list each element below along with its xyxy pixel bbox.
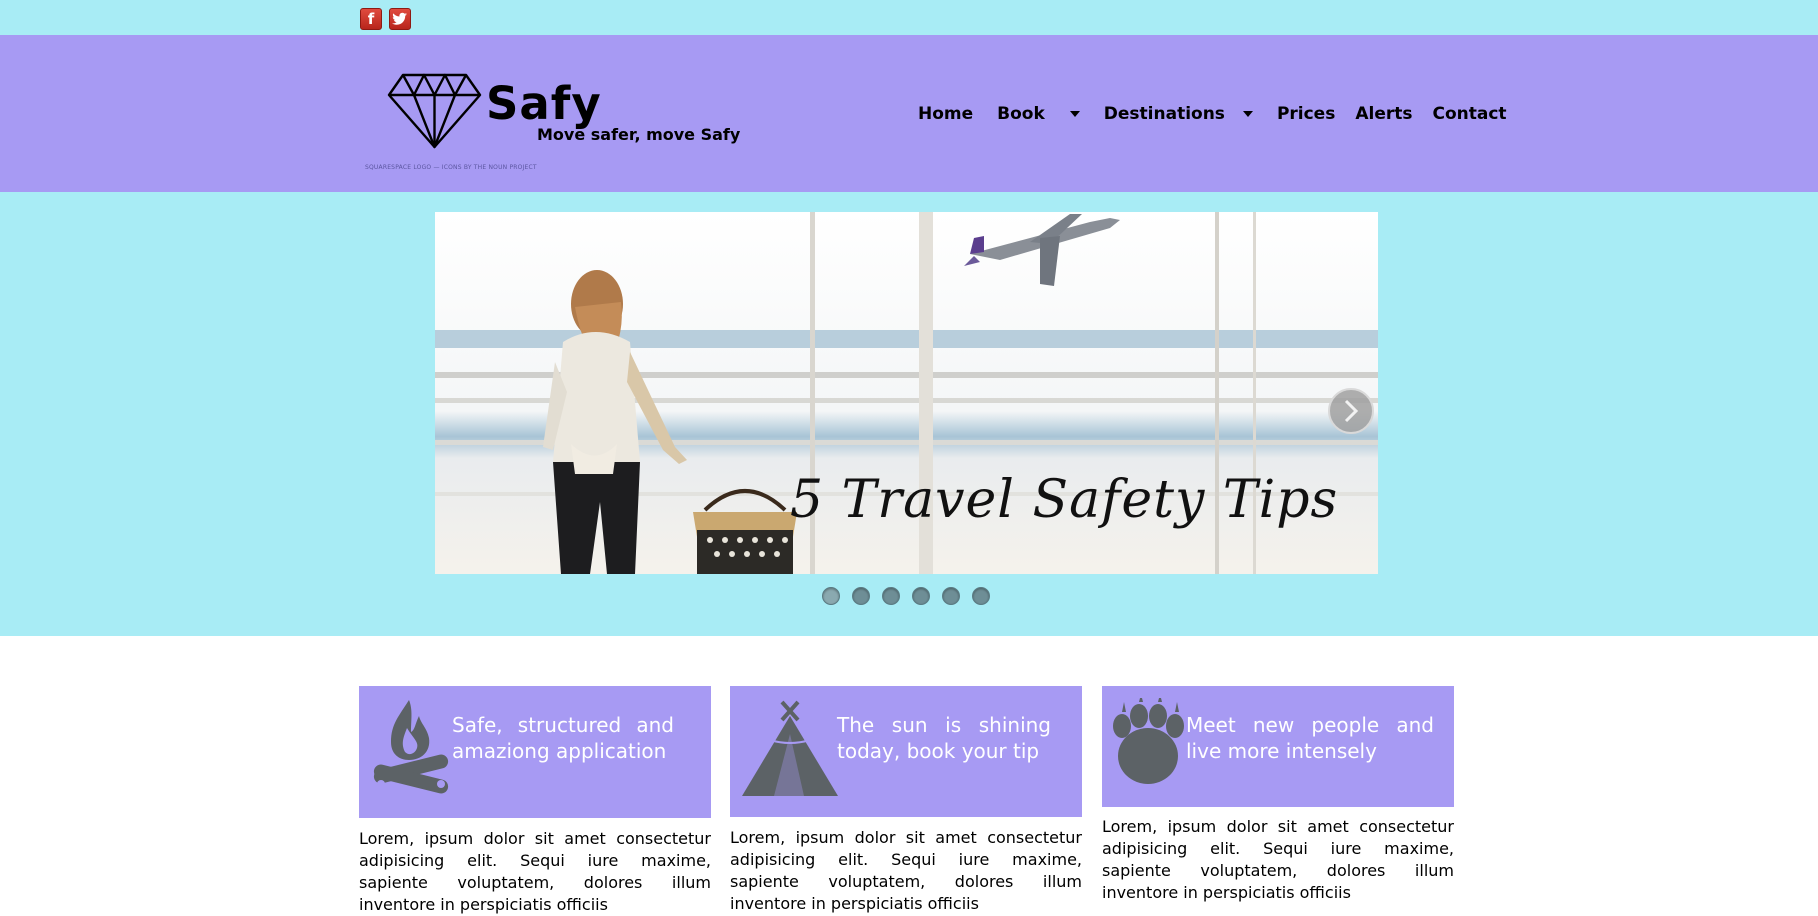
tagline: Move safer, move Safy (537, 125, 741, 144)
feature-text: Lorem, ipsum dolor sit amet consectetur … (1102, 817, 1454, 902)
brand-name[interactable]: Safy (486, 77, 602, 130)
site-header: Safy Move safer, move Safy SQUARESPACE L… (0, 35, 1818, 192)
nav-item-book[interactable]: Book (997, 104, 1080, 124)
feature-card-header: Meet new people and live more intensely (1102, 686, 1454, 807)
nav-item-prices[interactable]: Prices (1277, 104, 1335, 124)
nav-item-label: Destinations (1103, 104, 1225, 124)
slider-dot-5[interactable] (942, 587, 960, 605)
travel-photo-illustration: 5 Travel Safety Tips (435, 212, 1378, 574)
tent-icon (742, 700, 838, 796)
feature-title: Safe, structured and amaziong applicatio… (452, 713, 674, 763)
slider-dot-4[interactable] (912, 587, 930, 605)
feature-text: Lorem, ipsum dolor sit amet consectetur … (359, 829, 711, 914)
slider-dot-3[interactable] (882, 587, 900, 605)
slider-dot-2[interactable] (852, 587, 870, 605)
caret-down-icon (1242, 111, 1253, 117)
twitter-icon[interactable] (389, 8, 411, 30)
feature-card-header: Safe, structured and amaziong applicatio… (359, 686, 711, 818)
campfire-icon (373, 700, 449, 794)
nav-item-label: Alerts (1355, 104, 1413, 124)
slide-caption: 5 Travel Safety Tips (790, 470, 1338, 530)
chevron-right-icon (1344, 399, 1359, 423)
slide-image: 5 Travel Safety Tips (435, 212, 1378, 574)
top-bar: f (0, 0, 1818, 35)
nav-item-contact[interactable]: Contact (1433, 104, 1507, 124)
feature-card-header: The sun is shining today, book your tip (730, 686, 1082, 817)
paw-icon (1113, 698, 1184, 784)
slider-next-button[interactable] (1328, 388, 1374, 434)
feature-text: Lorem, ipsum dolor sit amet consectetur … (730, 828, 1082, 913)
hero-slider: 5 Travel Safety Tips (0, 192, 1818, 636)
slider-dot-1[interactable] (822, 587, 840, 605)
nav-item-alerts[interactable]: Alerts (1355, 104, 1412, 124)
diamond-logo-icon[interactable] (387, 72, 482, 150)
logo-credit: SQUARESPACE LOGO — ICONS BY THE NOUN PRO… (365, 164, 537, 171)
nav-item-label: Prices (1276, 104, 1336, 124)
slider-pagination (822, 587, 990, 605)
caret-down-icon (1069, 111, 1080, 117)
nav-item-label: Book (997, 104, 1045, 124)
feature-title: Meet new people and live more intensely (1186, 713, 1434, 763)
nav-item-label: Home (918, 104, 974, 124)
feature-title: The sun is shining today, book your tip (837, 713, 1051, 763)
nav-item-home[interactable]: Home (918, 104, 973, 124)
slider-dot-6[interactable] (972, 587, 990, 605)
nav-item-destinations[interactable]: Destinations (1104, 104, 1253, 124)
nav-item-label: Contact (1432, 104, 1507, 124)
facebook-icon[interactable]: f (360, 8, 382, 30)
twitter-bird-icon (392, 12, 407, 25)
main-nav: Home Book Destinations Prices Alerts Con… (918, 103, 1507, 125)
